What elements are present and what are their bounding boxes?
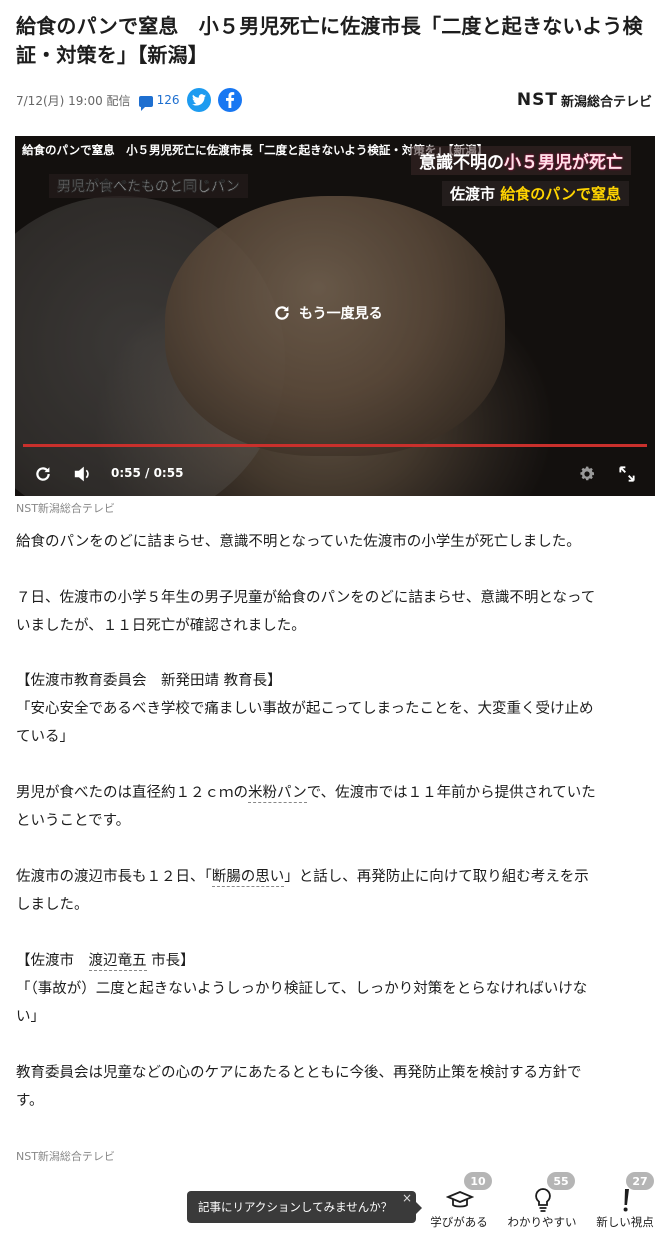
paragraph-6: 【佐渡市 渡辺竜五 市長】 「（事故が）二度と起きないようしっかり検証して、しっか… <box>16 953 588 1025</box>
reaction-clear-button[interactable]: 55 わかりやすい <box>507 1172 577 1238</box>
reaction-learn-button[interactable]: 10 学びがある <box>424 1172 494 1238</box>
comment-link[interactable]: 126 <box>138 93 180 111</box>
volume-button[interactable] <box>71 462 95 486</box>
settings-button[interactable] <box>575 462 599 486</box>
fullscreen-button[interactable] <box>615 462 639 486</box>
progress-bar[interactable] <box>23 444 647 447</box>
speaker-icon <box>74 466 89 482</box>
keyword-link-rice-bread[interactable]: 米粉パン <box>248 785 307 803</box>
nst-logo-mark: NST <box>516 90 558 110</box>
provider-name: 新潟総合テレビ <box>560 94 652 110</box>
paragraph-5: 佐渡市の渡辺市長も１２日、「断腸の思い」と話し、再発防止に向けて取り組む考えを示… <box>16 869 589 913</box>
reaction-tooltip-text: 記事にリアクションしてみませんか？ <box>198 1200 393 1214</box>
reaction-label: 新しい視点 <box>596 1215 654 1229</box>
replay-small-icon <box>36 467 50 481</box>
replay-button[interactable]: もう一度見る <box>273 303 383 323</box>
twitter-share-button[interactable] <box>187 88 212 112</box>
replay-label: もう一度見る <box>299 306 383 322</box>
article-meta: 7/12(月) 19:00 配信 126 <box>16 87 243 113</box>
lightbulb-icon <box>535 1188 551 1212</box>
gear-icon <box>580 466 595 481</box>
comment-icon <box>138 95 153 111</box>
video-player[interactable]: 給食のパンで窒息 小５男児死亡に佐渡市長「二度と起きないよう検証・対策を」【新潟… <box>15 136 655 496</box>
paragraph-2: ７日、佐渡市の小学５年生の男子児童が給食のパンをのどに詰まらせ、意識不明となって… <box>16 590 596 634</box>
expand-icon <box>619 466 635 482</box>
video-controls: 0:55 / 0:55 <box>15 454 655 494</box>
mortarboard-icon <box>446 1191 474 1208</box>
twitter-icon <box>192 94 207 106</box>
telop-right-top: 意識不明の小５男児が死亡 <box>411 146 631 175</box>
replay-control-button[interactable] <box>31 462 55 486</box>
comment-count: 126 <box>156 93 180 107</box>
publish-date: 7/12(月) 19:00 配信 <box>16 93 131 108</box>
telop-right-mid: 佐渡市 給食のパンで窒息 <box>441 181 629 206</box>
keyword-link-heartbreak[interactable]: 断腸の思い <box>211 869 285 887</box>
video-credit: NST新潟総合テレビ <box>16 502 115 515</box>
telop-left: 男児が食べたものと同じパン <box>49 174 248 198</box>
keyword-link-mayor[interactable]: 渡辺竜五 <box>88 953 147 971</box>
article-title: 給食のパンで窒息 小５男児死亡に佐渡市長「二度と起きないよう検証・対策を」【新潟… <box>16 14 643 67</box>
reaction-label: 学びがある <box>430 1215 488 1229</box>
exclamation-icon <box>623 1189 629 1212</box>
paragraph-1: 給食のパンをのどに詰まらせ、意識不明となっていた佐渡市の小学生が死亡しました。 <box>16 534 581 550</box>
reaction-label: わかりやすい <box>507 1215 577 1229</box>
reaction-tooltip: 記事にリアクションしてみませんか？ × <box>187 1191 422 1223</box>
facebook-share-button[interactable] <box>218 88 243 112</box>
paragraph-3: 【佐渡市教育委員会 新発田靖 教育長】 「安心安全であるべき学校で痛ましい事故が起… <box>16 673 594 745</box>
footer-credit: NST新潟総合テレビ <box>16 1150 115 1163</box>
paragraph-4: 男児が食べたのは直径約１２ｃｍの米粉パンで、佐渡市では１１年前から提供されていた… <box>16 785 596 829</box>
close-icon[interactable]: × <box>402 1191 412 1205</box>
facebook-icon <box>226 92 235 108</box>
replay-icon <box>275 306 289 320</box>
provider-logo[interactable]: NST 新潟総合テレビ <box>517 90 652 110</box>
reaction-newview-button[interactable]: 27 新しい視点 <box>590 1172 660 1238</box>
paragraph-7: 教育委員会は児童などの心のケアにあたるとともに今後、再発防止策を検討する方針です… <box>16 1065 582 1109</box>
video-time: 0:55 / 0:55 <box>111 466 184 480</box>
